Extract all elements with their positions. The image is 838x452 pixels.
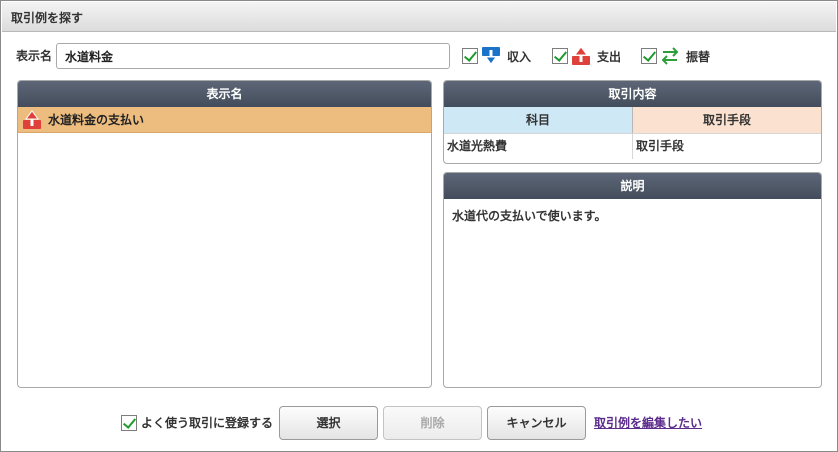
favorite-checkbox[interactable] bbox=[121, 414, 137, 431]
transaction-list-panel: 表示名 水道料金の支払い bbox=[17, 80, 432, 388]
delete-button[interactable]: 削除 bbox=[383, 406, 482, 440]
cancel-button[interactable]: キャンセル bbox=[487, 406, 586, 440]
description-text: 水道代の支払いで使います。 bbox=[452, 209, 607, 223]
transfer-checkbox[interactable] bbox=[641, 48, 657, 64]
list-item-label: 水道料金の支払い bbox=[48, 113, 145, 127]
list-header: 表示名 bbox=[18, 81, 431, 107]
list-item[interactable]: 水道料金の支払い bbox=[18, 107, 431, 133]
filter-transfer[interactable]: 振替 bbox=[641, 45, 710, 67]
find-transaction-dialog: 取引例を探す 表示名 収入 支出 振替 表示名 bbox=[0, 0, 838, 452]
filter-expense[interactable]: 支出 bbox=[552, 45, 621, 67]
account-value: 水道光熱費 bbox=[444, 134, 633, 159]
method-column-header: 取引手段 bbox=[633, 107, 821, 133]
transfer-label: 振替 bbox=[686, 49, 711, 64]
description-header: 説明 bbox=[444, 173, 821, 199]
transaction-detail-panel: 取引内容 科目 取引手段 水道光熱費 取引手段 bbox=[443, 80, 822, 164]
favorite-label: よく使う取引に登録する bbox=[141, 416, 274, 430]
detail-header: 取引内容 bbox=[444, 81, 821, 107]
select-button[interactable]: 選択 bbox=[279, 406, 378, 440]
expense-checkbox[interactable] bbox=[552, 48, 568, 64]
detail-row: 水道光熱費 取引手段 bbox=[444, 133, 821, 159]
method-value: 取引手段 bbox=[636, 139, 685, 153]
edit-examples-link[interactable]: 取引例を編集したい bbox=[594, 414, 702, 431]
income-checkbox[interactable] bbox=[462, 48, 478, 64]
filter-income[interactable]: 収入 bbox=[462, 45, 531, 67]
expense-up-arrow-icon bbox=[23, 109, 41, 129]
favorite-option[interactable]: よく使う取引に登録する bbox=[121, 414, 273, 431]
income-down-arrow-icon bbox=[482, 47, 500, 65]
window-title: 取引例を探す bbox=[11, 11, 84, 25]
description-panel: 説明 水道代の支払いで使います。 bbox=[443, 172, 822, 388]
expense-label: 支出 bbox=[597, 49, 622, 64]
display-name-input[interactable] bbox=[56, 43, 450, 69]
transfer-arrows-icon bbox=[661, 47, 679, 65]
display-name-label: 表示名 bbox=[16, 49, 53, 63]
expense-up-arrow-icon bbox=[572, 46, 590, 65]
account-column-header: 科目 bbox=[444, 107, 633, 133]
detail-column-headers: 科目 取引手段 bbox=[444, 107, 821, 133]
income-label: 収入 bbox=[507, 49, 532, 64]
title-bar: 取引例を探す bbox=[2, 2, 836, 32]
